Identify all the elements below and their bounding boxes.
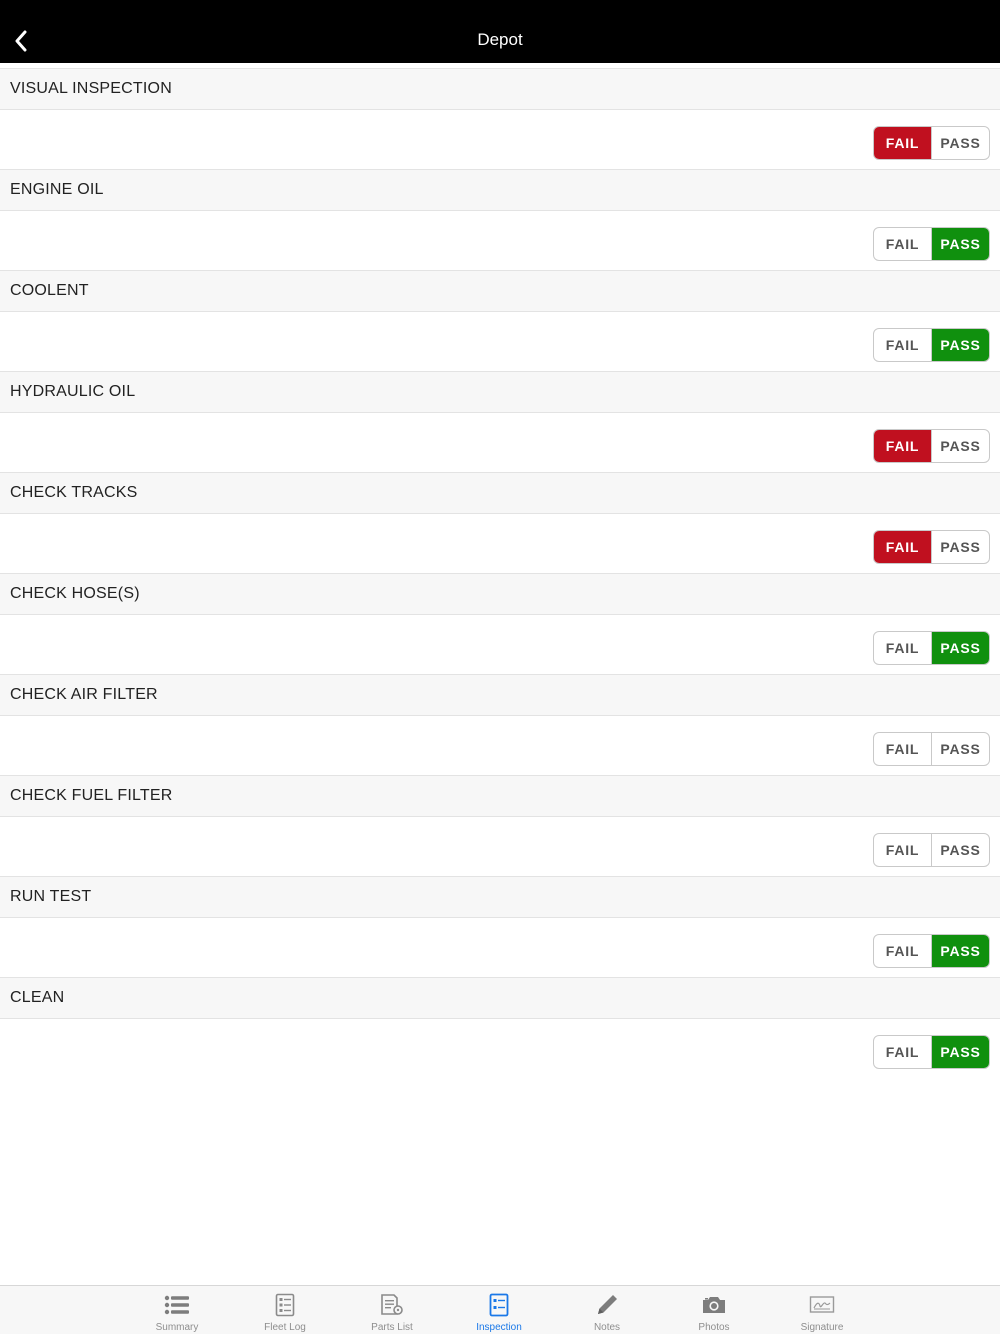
pass-fail-toggle[interactable]: FAIL PASS [873,631,990,665]
pass-fail-toggle[interactable]: FAIL PASS [873,227,990,261]
pass-fail-toggle[interactable]: FAIL PASS [873,934,990,968]
tab-label: Fleet Log [264,1322,306,1333]
fail-button[interactable]: FAIL [874,228,932,260]
inspection-item-label: ENGINE OIL [0,169,1000,211]
tab-fleet-log[interactable]: Fleet Log [240,1286,330,1334]
parts-list-icon [378,1291,406,1319]
inspection-item-label: VISUAL INSPECTION [0,68,1000,110]
fail-button[interactable]: FAIL [874,834,932,866]
pass-button[interactable]: PASS [932,935,989,967]
page-title: Depot [477,30,523,49]
inspection-item-label: COOLENT [0,270,1000,312]
fail-button[interactable]: FAIL [874,127,932,159]
fail-button[interactable]: FAIL [874,733,932,765]
pass-button[interactable]: PASS [932,1036,989,1068]
pass-button[interactable]: PASS [932,834,989,866]
inspection-item-label: CHECK HOSE(S) [0,573,1000,615]
pass-button[interactable]: PASS [932,127,989,159]
inspection-item-row: FAIL PASS [0,817,1000,876]
tab-label: Notes [593,1322,621,1333]
navigation-bar: Depot [0,0,1000,63]
signature-icon [808,1291,836,1319]
tab-inspection[interactable]: Inspection [454,1286,544,1334]
tab-notes[interactable]: Notes [562,1286,652,1334]
tab-label: Signature [800,1322,844,1333]
fail-button[interactable]: FAIL [874,430,932,462]
pass-fail-toggle[interactable]: FAIL PASS [873,1035,990,1069]
fail-button[interactable]: FAIL [874,632,932,664]
inspection-item-row: FAIL PASS [0,110,1000,169]
pass-button[interactable]: PASS [932,228,989,260]
fail-button[interactable]: FAIL [874,531,932,563]
pass-button[interactable]: PASS [932,430,989,462]
inspection-checklist-icon [485,1291,513,1319]
camera-icon [700,1291,728,1319]
inspection-item-label: CLEAN [0,977,1000,1019]
inspection-item-label: CHECK FUEL FILTER [0,775,1000,817]
pass-fail-toggle[interactable]: FAIL PASS [873,126,990,160]
tab-label: Parts List [371,1322,413,1333]
inspection-list: VISUAL INSPECTION FAIL PASS ENGINE OIL FAIL P… [0,68,1000,1078]
inspection-item-row: FAIL PASS [0,514,1000,573]
log-document-icon [271,1291,299,1319]
tab-label: Summary [155,1322,199,1333]
inspection-item-row: FAIL PASS [0,615,1000,674]
inspection-item-label: CHECK AIR FILTER [0,674,1000,716]
inspection-item-row: FAIL PASS [0,716,1000,775]
pass-button[interactable]: PASS [932,733,989,765]
pass-fail-toggle[interactable]: FAIL PASS [873,732,990,766]
pass-button[interactable]: PASS [932,329,989,361]
pass-button[interactable]: PASS [932,531,989,563]
inspection-item-row: FAIL PASS [0,312,1000,371]
pencil-icon [593,1291,621,1319]
fail-button[interactable]: FAIL [874,935,932,967]
tab-bar: Summary Fleet Log Parts List Inspection Note… [0,1285,1000,1334]
inspection-item-row: FAIL PASS [0,1019,1000,1078]
inspection-item-label: CHECK TRACKS [0,472,1000,514]
tab-signature[interactable]: Signature [777,1286,867,1334]
inspection-item-label: RUN TEST [0,876,1000,918]
pass-fail-toggle[interactable]: FAIL PASS [873,833,990,867]
pass-fail-toggle[interactable]: FAIL PASS [873,530,990,564]
tab-photos[interactable]: Photos [669,1286,759,1334]
tab-label: Photos [698,1322,730,1333]
inspection-item-row: FAIL PASS [0,211,1000,270]
pass-fail-toggle[interactable]: FAIL PASS [873,328,990,362]
inspection-item-label: HYDRAULIC OIL [0,371,1000,413]
inspection-item-row: FAIL PASS [0,918,1000,977]
fail-button[interactable]: FAIL [874,1036,932,1068]
tab-summary[interactable]: Summary [132,1286,222,1334]
tab-label: Inspection [476,1322,522,1333]
pass-fail-toggle[interactable]: FAIL PASS [873,429,990,463]
pass-button[interactable]: PASS [932,632,989,664]
inspection-item-row: FAIL PASS [0,413,1000,472]
fail-button[interactable]: FAIL [874,329,932,361]
tab-parts-list[interactable]: Parts List [347,1286,437,1334]
list-icon [163,1291,191,1319]
